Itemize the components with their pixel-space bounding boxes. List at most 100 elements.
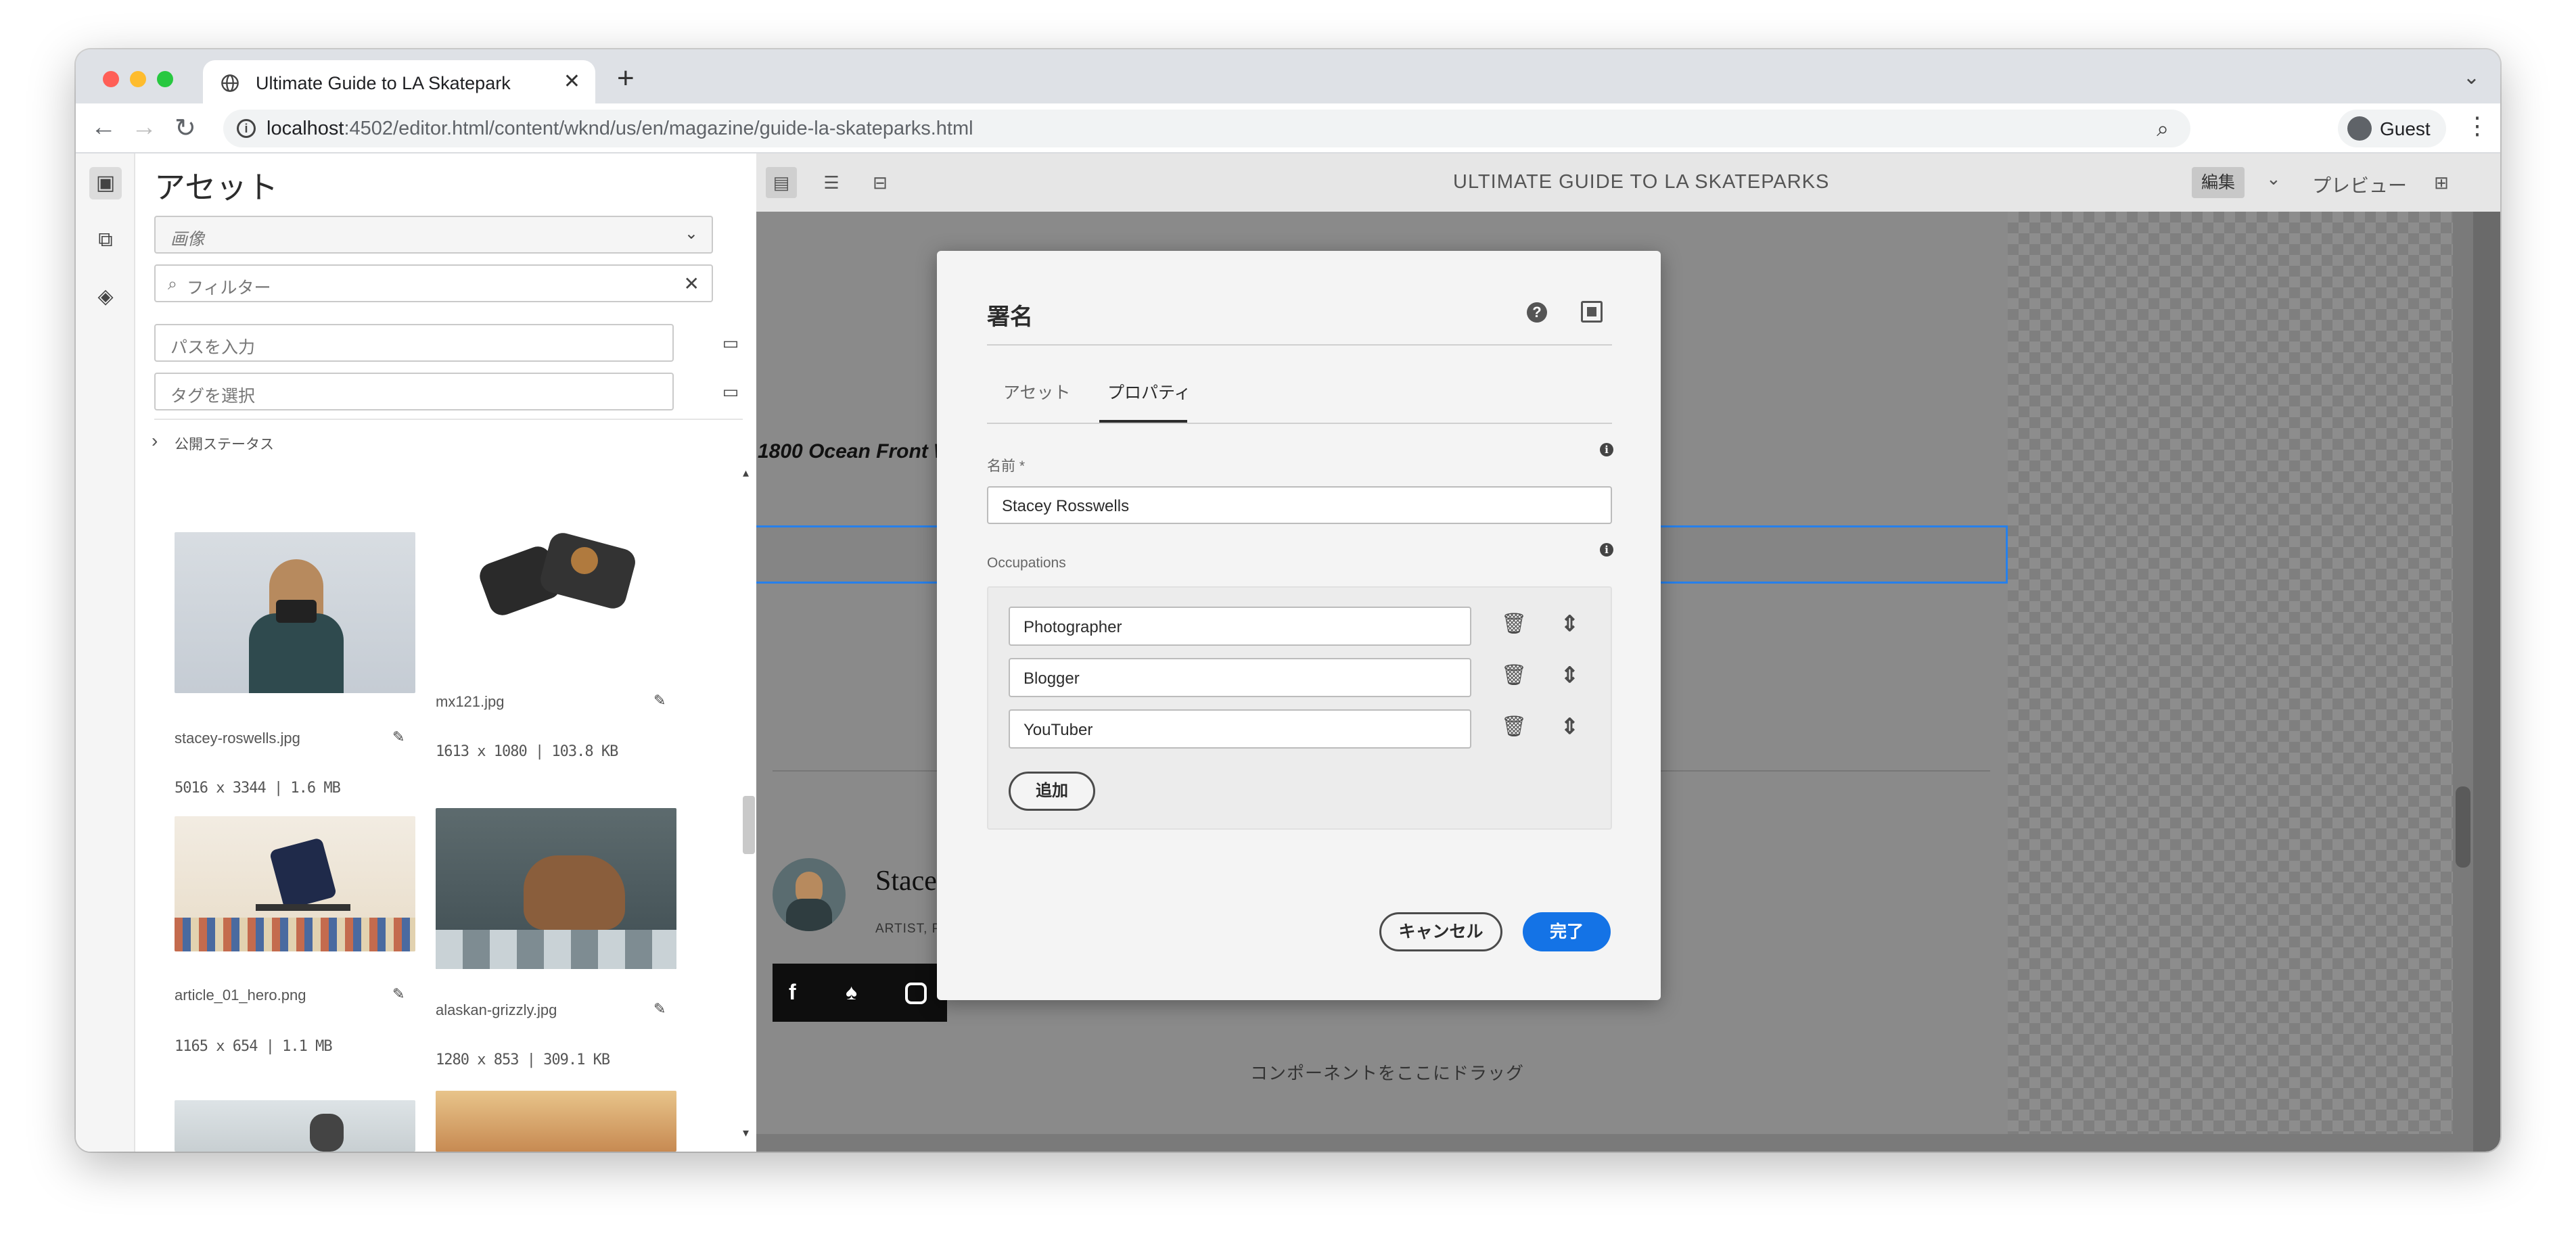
edit-icon[interactable]: ✎ — [653, 692, 666, 709]
close-tab-icon[interactable]: ✕ — [564, 70, 580, 93]
page-title: ULTIMATE GUIDE TO LA SKATEPARKS — [1453, 171, 1830, 193]
browser-tab[interactable]: Ultimate Guide to LA Skatepark ✕ — [203, 60, 595, 103]
asset-list-scrollbar[interactable]: ▴ ▾ — [741, 466, 756, 1148]
trash-icon[interactable]: 🗑 — [1501, 663, 1527, 687]
asset-thumbnail[interactable] — [436, 527, 676, 659]
social-share-bar: f ♠ — [773, 964, 947, 1022]
assets-title: アセット — [154, 170, 279, 205]
url-text: localhost:4502/editor.html/content/wknd/… — [267, 118, 973, 139]
cancel-button[interactable]: キャンセル — [1379, 912, 1502, 951]
tab-title: Ultimate Guide to LA Skatepark — [256, 73, 511, 93]
preview-button[interactable]: プレビュー — [2312, 171, 2407, 198]
occupations-label: Occupations — [987, 555, 1066, 571]
scrollbar-thumb[interactable] — [2456, 786, 2470, 868]
annotations-icon[interactable]: ⊞ — [2426, 167, 2457, 198]
trash-icon[interactable]: 🗑 — [1501, 715, 1527, 738]
assets-panel: アセット 画像 ⌄ ⌕ フィルター ✕ パスを入力 ▭ タグを選択 ▭ › 公開… — [135, 154, 814, 1152]
close-window-button[interactable] — [103, 71, 119, 87]
emulator-icon[interactable]: ⊟ — [865, 167, 896, 198]
chevron-down-icon[interactable]: ⌄ — [2463, 66, 2480, 89]
browser-window: Ultimate Guide to LA Skatepark ✕ + ⌄ ← →… — [76, 49, 2500, 1152]
byline-dialog: 署名 ? アセット プロパティ 名前 * i Stacey Rosswells … — [937, 251, 1661, 1000]
chevron-down-icon[interactable]: ⌄ — [2266, 168, 2281, 189]
occupation-field[interactable]: Photographer — [1009, 607, 1471, 646]
byline-role: ARTIST, P — [875, 922, 942, 936]
profile-label: Guest — [2380, 118, 2431, 139]
tab-divider — [987, 423, 1612, 424]
publish-status-toggle[interactable]: › 公開ステータス — [152, 430, 274, 454]
page-editor: ▤ ☰ ⊟ ULTIMATE GUIDE TO LA SKATEPARKS 編集… — [756, 154, 2500, 1152]
asset-filename: stacey-roswells.jpg — [175, 730, 300, 747]
edit-icon[interactable]: ✎ — [392, 985, 405, 1003]
site-info-icon[interactable]: i — [237, 119, 256, 138]
browser-toolbar: ← → ↻ i localhost:4502/editor.html/conte… — [76, 103, 2500, 154]
address-text: 1800 Ocean Front W — [758, 440, 953, 463]
editor-scrollbar[interactable] — [2453, 212, 2473, 1152]
components-rail-icon[interactable]: ⧉ — [89, 224, 122, 256]
reorder-icon[interactable]: ⇕ — [1561, 611, 1579, 636]
fullscreen-icon[interactable] — [1581, 301, 1603, 323]
clear-icon[interactable]: ✕ — [684, 273, 699, 295]
profile-button[interactable]: Guest — [2338, 110, 2446, 147]
instagram-icon[interactable] — [905, 983, 927, 1004]
asset-thumbnail[interactable] — [175, 816, 415, 951]
reload-icon[interactable]: ↻ — [175, 113, 196, 143]
asset-thumbnail[interactable] — [436, 808, 676, 969]
minimize-window-button[interactable] — [130, 71, 146, 87]
zoom-window-button[interactable] — [157, 71, 173, 87]
asset-meta: 1613 x 1080 | 103.8 KB — [436, 743, 618, 760]
edit-icon[interactable]: ✎ — [392, 728, 405, 746]
folder-icon[interactable]: ▭ — [712, 324, 750, 362]
globe-icon — [221, 74, 239, 92]
address-bar[interactable]: i localhost:4502/editor.html/content/wkn… — [223, 110, 2190, 147]
dialog-title: 署名 — [987, 304, 1033, 330]
occupation-field[interactable]: Blogger — [1009, 658, 1471, 697]
filter-input[interactable]: ⌕ フィルター ✕ — [154, 264, 713, 302]
side-panel-toggle-icon[interactable]: ▤ — [766, 167, 797, 198]
forward-icon[interactable]: → — [131, 113, 157, 142]
name-label: 名前 * — [987, 458, 1026, 474]
info-icon[interactable]: i — [1600, 543, 1613, 557]
assets-rail-icon[interactable]: ▣ — [89, 167, 122, 199]
drag-components-hint: コンポーネントをここにドラッグ — [1250, 1063, 1525, 1083]
twitter-icon[interactable]: ♠ — [846, 980, 857, 1005]
reorder-icon[interactable]: ⇕ — [1561, 662, 1579, 688]
editor-horizontal-scrollbar[interactable] — [756, 1134, 2453, 1152]
content-tree-icon[interactable]: ◈ — [89, 281, 122, 313]
asset-thumbnail[interactable] — [175, 1100, 415, 1152]
folder-icon[interactable]: ▭ — [712, 373, 750, 410]
done-button[interactable]: 完了 — [1523, 912, 1611, 951]
zoom-icon[interactable]: ⌕ — [2157, 116, 2169, 142]
asset-thumbnail[interactable] — [175, 532, 415, 693]
new-tab-button[interactable]: + — [617, 62, 635, 95]
asset-type-select[interactable]: 画像 ⌄ — [154, 216, 713, 254]
page-properties-icon[interactable]: ☰ — [816, 167, 847, 198]
info-icon[interactable]: i — [1600, 443, 1613, 456]
help-icon[interactable]: ? — [1527, 302, 1547, 323]
asset-meta: 5016 x 3344 | 1.6 MB — [175, 780, 341, 797]
asset-filename: article_01_hero.png — [175, 987, 306, 1004]
chevron-right-icon: › — [152, 430, 158, 451]
add-occupation-button[interactable]: 追加 — [1009, 772, 1095, 811]
edit-icon[interactable]: ✎ — [653, 1000, 666, 1018]
byline-avatar — [773, 858, 846, 931]
browser-menu-icon[interactable]: ⋮ — [2465, 112, 2489, 140]
back-icon[interactable]: ← — [91, 113, 116, 142]
asset-filename: mx121.jpg — [436, 693, 505, 710]
trash-icon[interactable]: 🗑 — [1501, 612, 1527, 636]
chevron-down-icon: ⌄ — [684, 225, 698, 243]
tag-input[interactable]: タグを選択 — [154, 373, 674, 410]
tab-assets[interactable]: アセット — [1003, 379, 1071, 404]
reorder-icon[interactable]: ⇕ — [1561, 713, 1579, 739]
facebook-icon[interactable]: f — [789, 980, 796, 1005]
name-field[interactable]: Stacey Rosswells — [987, 486, 1612, 524]
edit-mode-button[interactable]: 編集 — [2192, 167, 2245, 198]
path-input[interactable]: パスを入力 — [154, 324, 674, 362]
asset-meta: 1165 x 654 | 1.1 MB — [175, 1038, 333, 1055]
asset-thumbnail[interactable] — [436, 1091, 676, 1152]
tab-strip: Ultimate Guide to LA Skatepark ✕ + ⌄ — [76, 49, 2500, 103]
tab-properties[interactable]: プロパティ — [1107, 379, 1191, 404]
dialog-divider — [987, 344, 1612, 346]
avatar-icon — [2347, 116, 2372, 141]
occupation-field[interactable]: YouTuber — [1009, 709, 1471, 749]
